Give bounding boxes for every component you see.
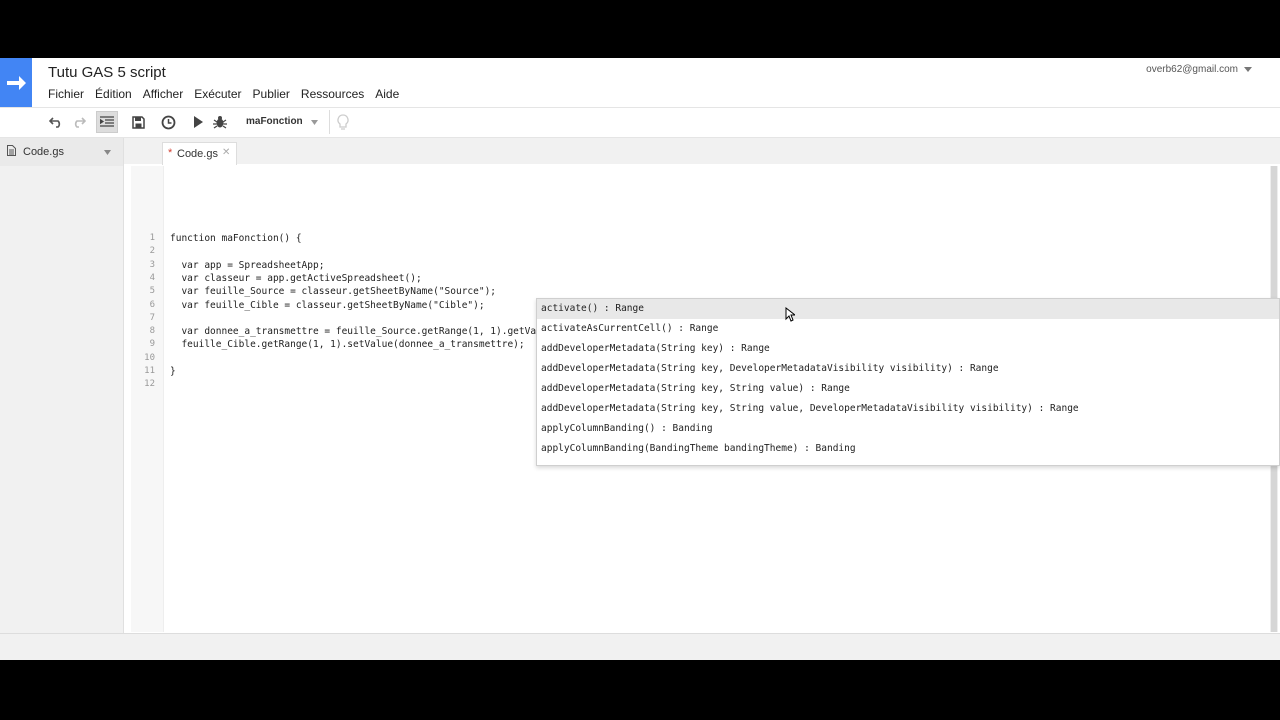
tab-label: Code.gs	[177, 148, 218, 160]
project-title[interactable]: Tutu GAS 5 script	[48, 64, 166, 81]
line-number: 9	[149, 339, 155, 350]
document-icon	[7, 145, 16, 156]
line-number: 7	[149, 312, 155, 323]
line-number: 12	[144, 379, 155, 390]
apps-script-logo[interactable]	[0, 58, 32, 108]
autocomplete-item[interactable]: activateAsCurrentCell() : Range	[537, 319, 1279, 339]
line-number: 11	[144, 366, 155, 376]
mouse-cursor-icon	[785, 307, 795, 322]
code-line: var feuille_Cible = classeur.getSheetByN…	[170, 299, 485, 311]
editor-tab-strip: * Code.gs ✕	[124, 138, 1280, 165]
autocomplete-item[interactable]: addDeveloperMetadata(String key) : Range	[537, 339, 1279, 359]
menu-afficher[interactable]: Afficher	[143, 87, 183, 101]
triggers-button[interactable]	[157, 111, 179, 133]
lightbulb-button[interactable]	[332, 111, 354, 133]
undo-button[interactable]	[45, 111, 67, 133]
undo-icon	[49, 117, 61, 128]
indent-icon	[100, 116, 114, 127]
code-line: var app = SpreadsheetApp;	[170, 259, 325, 271]
menu-bar: Fichier Édition Afficher Exécuter Publie…	[48, 87, 410, 101]
autocomplete-item[interactable]: addDeveloperMetadata(String key, String …	[537, 379, 1279, 399]
line-number: 3	[149, 259, 155, 270]
line-number-gutter: 1 2 3 4 5 6 7 8 9 10 11 12	[131, 166, 164, 632]
autocomplete-item[interactable]: addDeveloperMetadata(String key, Develop…	[537, 359, 1279, 379]
modified-indicator: *	[168, 147, 173, 159]
run-icon	[194, 116, 203, 128]
code-line: var donnee_a_transmettre = feuille_Sourc…	[170, 326, 571, 338]
chevron-down-icon	[311, 120, 318, 125]
tab-code-gs[interactable]: * Code.gs ✕	[162, 142, 237, 165]
line-number: 1	[149, 233, 155, 243]
autocomplete-item[interactable]: activate() : Range	[537, 299, 1279, 319]
code-line: var classeur = app.getActiveSpreadsheet(…	[170, 272, 422, 284]
toolbar-divider	[329, 110, 330, 134]
sidebar-item-code-gs[interactable]: Code.gs	[0, 138, 123, 166]
autocomplete-item[interactable]: addDeveloperMetadata(String key, String …	[537, 399, 1279, 419]
line-number: 6	[149, 299, 155, 310]
menu-edition[interactable]: Édition	[95, 87, 132, 101]
function-select[interactable]: maFonction	[246, 116, 303, 127]
redo-icon	[74, 117, 86, 128]
save-icon	[131, 115, 145, 129]
autocomplete-item[interactable]: applyColumnBanding() : Banding	[537, 419, 1279, 439]
code-line: feuille_Cible.getRange(1, 1).setValue(do…	[170, 339, 525, 351]
close-icon[interactable]: ✕	[222, 147, 230, 158]
account-email: overb62@gmail.com	[1146, 64, 1238, 75]
code-line: }	[170, 366, 176, 377]
indent-toggle-button[interactable]	[96, 111, 118, 133]
line-number: 4	[149, 272, 155, 283]
chevron-down-icon[interactable]	[104, 150, 111, 155]
line-number: 10	[144, 352, 155, 363]
line-number: 8	[149, 326, 155, 337]
chevron-down-icon	[1244, 67, 1252, 72]
debug-button[interactable]	[209, 111, 231, 133]
debug-icon	[213, 116, 227, 129]
autocomplete-popup: activate() : Range activateAsCurrentCell(…	[536, 298, 1280, 466]
account-menu[interactable]: overb62@gmail.com	[1146, 64, 1252, 75]
run-button[interactable]	[187, 111, 209, 133]
clock-icon	[161, 115, 175, 129]
lightbulb-icon	[337, 113, 349, 130]
menu-ressources[interactable]: Ressources	[301, 87, 364, 101]
redo-button[interactable]	[68, 111, 90, 133]
file-sidebar: Code.gs	[0, 138, 124, 633]
code-line: function maFonction() {	[170, 233, 302, 244]
apps-script-editor: Tutu GAS 5 script Fichier Édition Affich…	[0, 58, 1280, 660]
toolbar: maFonction	[0, 108, 1280, 136]
status-bar	[0, 633, 1280, 660]
save-button[interactable]	[127, 111, 149, 133]
menu-aide[interactable]: Aide	[375, 87, 399, 101]
menu-executer[interactable]: Exécuter	[194, 87, 241, 101]
line-number: 2	[149, 246, 155, 257]
menu-fichier[interactable]: Fichier	[48, 87, 84, 101]
code-line: var feuille_Source = classeur.getSheetBy…	[170, 286, 497, 298]
autocomplete-item[interactable]: applyColumnBanding(BandingTheme bandingT…	[537, 439, 1279, 459]
sidebar-item-label: Code.gs	[23, 146, 64, 158]
line-number: 5	[149, 286, 155, 297]
menu-publier[interactable]: Publier	[253, 87, 290, 101]
arrow-right-icon	[7, 76, 26, 90]
